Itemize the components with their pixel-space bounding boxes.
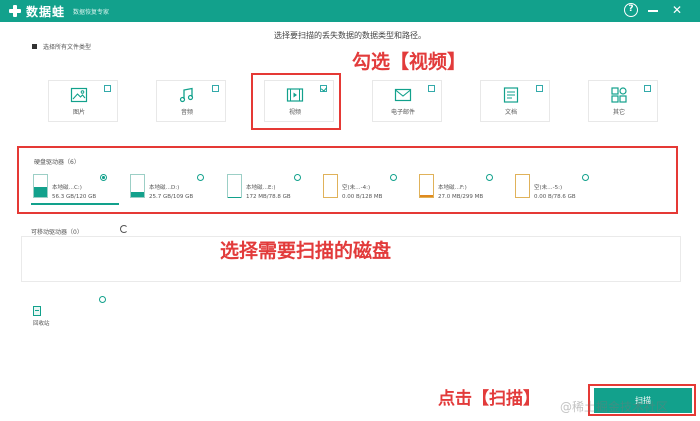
annotation-select-disk: 选择需要扫描的磁盘 xyxy=(220,240,392,262)
title-bar: 数据蛙 数据恢复专家 ? ✕ xyxy=(0,0,700,22)
highlight-video-card xyxy=(251,73,341,130)
file-type-label: 文档 xyxy=(504,109,517,116)
file-type-checkbox[interactable] xyxy=(644,85,651,92)
help-icon[interactable]: ? xyxy=(624,3,638,17)
trash-icon xyxy=(33,306,41,316)
select-all-checkbox[interactable]: 选择所有文件类型 xyxy=(32,42,91,51)
music-icon xyxy=(179,87,194,103)
file-type-card-document[interactable]: 文档 xyxy=(480,80,550,122)
file-type-checkbox[interactable] xyxy=(104,85,111,92)
refresh-icon[interactable] xyxy=(120,225,128,233)
file-type-card-email[interactable]: 电子邮件 xyxy=(372,80,442,122)
annotation-select-video: 勾选【视频】 xyxy=(352,51,467,73)
app-subtitle: 数据恢复专家 xyxy=(73,8,110,16)
file-type-card-other[interactable]: 其它 xyxy=(588,80,658,122)
select-all-check-icon[interactable] xyxy=(32,44,37,49)
plus-logo-icon xyxy=(8,4,22,18)
file-type-label: 其它 xyxy=(612,109,625,116)
page-headline: 选择要扫描的丢失数据的数据类型和路径。 xyxy=(274,31,426,40)
mail-icon xyxy=(394,88,412,102)
app-logo: 数据蛙 数据恢复专家 xyxy=(8,3,109,20)
select-all-label: 选择所有文件类型 xyxy=(43,44,92,51)
file-type-checkbox[interactable] xyxy=(428,85,435,92)
app-name: 数据蛙 xyxy=(26,4,66,19)
highlight-drive-list xyxy=(17,146,678,214)
watermark: @稀土掘金技术社区 xyxy=(560,400,669,414)
removable-section-title: 可移动驱动器（0） xyxy=(31,229,83,236)
file-type-card-audio[interactable]: 音频 xyxy=(156,80,226,122)
file-type-card-image[interactable]: 图片 xyxy=(48,80,118,122)
file-type-checkbox[interactable] xyxy=(536,85,543,92)
minimize-icon[interactable] xyxy=(646,3,660,17)
file-type-label: 音频 xyxy=(180,109,193,116)
recycle-bin-radio[interactable] xyxy=(99,296,106,303)
close-icon[interactable]: ✕ xyxy=(670,3,684,17)
file-type-checkbox[interactable] xyxy=(212,85,219,92)
file-type-label: 电子邮件 xyxy=(390,109,415,116)
recycle-bin-item[interactable]: 回收站 xyxy=(33,296,113,327)
recycle-bin-label: 回收站 xyxy=(33,321,50,327)
document-icon xyxy=(503,87,519,103)
annotation-click-scan: 点击【扫描】 xyxy=(438,389,540,409)
image-icon xyxy=(70,87,88,103)
other-icon xyxy=(611,87,627,103)
file-type-label: 图片 xyxy=(72,109,85,116)
